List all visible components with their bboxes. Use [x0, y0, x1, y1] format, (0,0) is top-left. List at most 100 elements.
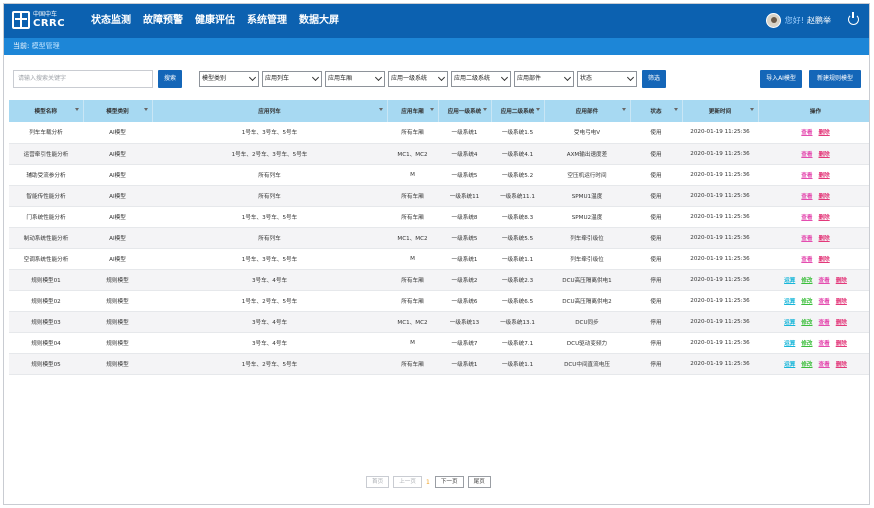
last-page-button[interactable]: 尾页 — [467, 476, 491, 488]
run-link[interactable]: 运算 — [784, 360, 795, 368]
run-link[interactable]: 运算 — [784, 276, 795, 284]
cell-model-category: 规则模型 — [83, 269, 152, 291]
cell-level1-system: 一级系统1 — [438, 353, 491, 375]
view-link[interactable]: 查看 — [801, 171, 812, 179]
col-header-applied-car[interactable]: 应用车厢 — [387, 100, 439, 122]
col-header-model-category[interactable]: 模型类别 — [83, 100, 153, 122]
cell-update-time: 2020-01-19 11:25:36 — [682, 143, 758, 165]
delete-link[interactable]: 删除 — [836, 318, 847, 326]
edit-link[interactable]: 修改 — [801, 360, 812, 368]
nav-item-data-screen[interactable]: 数据大屏 — [299, 4, 339, 38]
col-header-component[interactable]: 应用部件 — [544, 100, 631, 122]
view-link[interactable]: 查看 — [801, 192, 812, 200]
nav-item-status-monitor[interactable]: 状态监测 — [91, 4, 131, 38]
new-rule-model-button[interactable]: 新建规则模型 — [809, 70, 861, 88]
view-link[interactable]: 查看 — [819, 318, 830, 326]
user-info[interactable]: 您好! 赵鹏举 — [765, 13, 831, 28]
cell-level2-system: 一级系统5.2 — [491, 164, 544, 186]
delete-link[interactable]: 删除 — [836, 339, 847, 347]
col-header-level2-system[interactable]: 应用二级系统 — [491, 100, 545, 122]
col-header-applied-train[interactable]: 应用列车 — [152, 100, 388, 122]
filter-status[interactable]: 状态 — [577, 71, 637, 87]
view-link[interactable]: 查看 — [819, 297, 830, 305]
search-input[interactable]: 请输入搜索关键字 — [13, 70, 153, 88]
cell-model-name: 列车车载分析 — [9, 122, 83, 144]
table-row[interactable]: 规则模型03 规则模型 3号车、4号车 MC1、MC2 一级系统13 一级系统13.1 DC… — [9, 311, 869, 333]
col-header-level1-system[interactable]: 应用一级系统 — [438, 100, 492, 122]
edit-link[interactable]: 修改 — [801, 318, 812, 326]
cell-component: DCU高压隔离供电2 — [544, 290, 630, 312]
table-row[interactable]: 列车车载分析 AI模型 1号车、3号车、5号车 所有车厢 一级系统1 一级系统1.5 受电弓… — [9, 122, 869, 144]
edit-link[interactable]: 修改 — [801, 276, 812, 284]
delete-link[interactable]: 删除 — [819, 192, 830, 200]
col-header-actions: 操作 — [758, 100, 869, 122]
current-page-number[interactable]: 1 — [426, 479, 430, 486]
view-link[interactable]: 查看 — [801, 234, 812, 242]
cell-update-time: 2020-01-19 11:25:36 — [682, 164, 758, 186]
table-row[interactable]: 规则模型02 规则模型 1号车、2号车、5号车 所有车厢 一级系统6 一级系统6.5 DCU… — [9, 290, 869, 312]
cell-applied-car: 所有车厢 — [387, 353, 438, 375]
cell-model-name: 智能传性能分析 — [9, 185, 83, 207]
delete-link[interactable]: 删除 — [819, 128, 830, 136]
col-header-model-name[interactable]: 模型名称 — [9, 100, 84, 122]
nav-item-fault-warning[interactable]: 故障预警 — [143, 4, 183, 38]
delete-link[interactable]: 删除 — [819, 171, 830, 179]
table-row[interactable]: 辅助受流参分析 AI模型 所有列车 M 一级系统5 一级系统5.2 空压机运行时间 使用 202… — [9, 164, 869, 186]
filter-label: 状态 — [580, 75, 593, 82]
filter-model-category[interactable]: 模型类别 — [199, 71, 259, 87]
filter-level2-system[interactable]: 应用二级系统 — [451, 71, 511, 87]
cell-applied-car: 所有车厢 — [387, 122, 438, 144]
prev-page-button[interactable]: 上一页 — [393, 476, 422, 488]
filter-button[interactable]: 筛选 — [642, 70, 666, 88]
cell-applied-car: M — [387, 332, 438, 354]
delete-link[interactable]: 删除 — [819, 234, 830, 242]
col-header-update-time[interactable]: 更新时间 — [682, 100, 759, 122]
table-row[interactable]: 规则模型05 规则模型 1号车、2号车、5号车 所有车厢 一级系统1 一级系统1.1 DCU… — [9, 353, 869, 375]
logo-cn-text: 中国中车 — [33, 11, 58, 18]
edit-link[interactable]: 修改 — [801, 297, 812, 305]
delete-link[interactable]: 删除 — [836, 297, 847, 305]
col-header-status[interactable]: 状态 — [630, 100, 683, 122]
crrc-logo[interactable]: 中国中车 CRRC — [12, 10, 65, 32]
cell-applied-train: 1号车、3号车、5号车 — [152, 248, 387, 270]
table-row[interactable]: 空调系统性能分析 AI模型 1号车、3号车、5号车 M 一级系统1 一级系统1.1 列车牵引… — [9, 248, 869, 270]
nav-item-system-management[interactable]: 系统管理 — [247, 4, 287, 38]
view-link[interactable]: 查看 — [801, 255, 812, 263]
filter-applied-car[interactable]: 应用车厢 — [325, 71, 385, 87]
import-ai-model-button[interactable]: 导入AI模型 — [760, 70, 802, 88]
table-row[interactable]: 智能传性能分析 AI模型 所有列车 所有车厢 一级系统11 一级系统11.1 SPMU1温度… — [9, 185, 869, 207]
table-row[interactable]: 门系统性能分析 AI模型 1号车、3号车、5号车 所有车厢 一级系统8 一级系统8.3 SP… — [9, 206, 869, 228]
table-row[interactable]: 规则模型01 规则模型 3号车、4号车 所有车厢 一级系统2 一级系统2.3 DCU高压隔离… — [9, 269, 869, 291]
delete-link[interactable]: 删除 — [836, 276, 847, 284]
filter-applied-train[interactable]: 应用列车 — [262, 71, 322, 87]
nav-item-health-assessment[interactable]: 健康评估 — [195, 4, 235, 38]
next-page-button[interactable]: 下一页 — [434, 476, 464, 488]
run-link[interactable]: 运算 — [784, 339, 795, 347]
table-row[interactable]: 制动系统性能分析 AI模型 所有列车 MC1、MC2 一级系统5 一级系统5.5 列车牵引级… — [9, 227, 869, 249]
search-button[interactable]: 搜索 — [158, 70, 182, 88]
delete-link[interactable]: 删除 — [836, 360, 847, 368]
filter-applied-component[interactable]: 应用部件 — [514, 71, 574, 87]
delete-link[interactable]: 删除 — [819, 255, 830, 263]
delete-link[interactable]: 删除 — [819, 150, 830, 158]
table-row[interactable]: 规则模型04 规则模型 3号车、4号车 M 一级系统7 一级系统7.1 DCU驱动变频力 停用… — [9, 332, 869, 354]
filter-level1-system[interactable]: 应用一级系统 — [388, 71, 448, 87]
table-body: 列车车载分析 AI模型 1号车、3号车、5号车 所有车厢 一级系统1 一级系统1.5 受电弓… — [9, 122, 869, 375]
edit-link[interactable]: 修改 — [801, 339, 812, 347]
first-page-button[interactable]: 首页 — [366, 476, 390, 488]
table-row[interactable]: 运营牵引性能分析 AI模型 1号车、2号车、3号车、5号车 MC1、MC2 一级系统4 一… — [9, 143, 869, 165]
run-link[interactable]: 运算 — [784, 297, 795, 305]
cell-actions: 运算 修改 查看 删除 — [758, 332, 869, 354]
cell-status: 使用 — [630, 248, 682, 270]
logout-power-icon[interactable] — [848, 12, 859, 25]
view-link[interactable]: 查看 — [801, 128, 812, 136]
delete-link[interactable]: 删除 — [819, 213, 830, 221]
view-link[interactable]: 查看 — [819, 276, 830, 284]
view-link[interactable]: 查看 — [819, 339, 830, 347]
view-link[interactable]: 查看 — [819, 360, 830, 368]
sort-arrow-icon — [429, 108, 434, 111]
run-link[interactable]: 运算 — [784, 318, 795, 326]
view-link[interactable]: 查看 — [801, 213, 812, 221]
sort-arrow-icon — [673, 108, 678, 111]
view-link[interactable]: 查看 — [801, 150, 812, 158]
